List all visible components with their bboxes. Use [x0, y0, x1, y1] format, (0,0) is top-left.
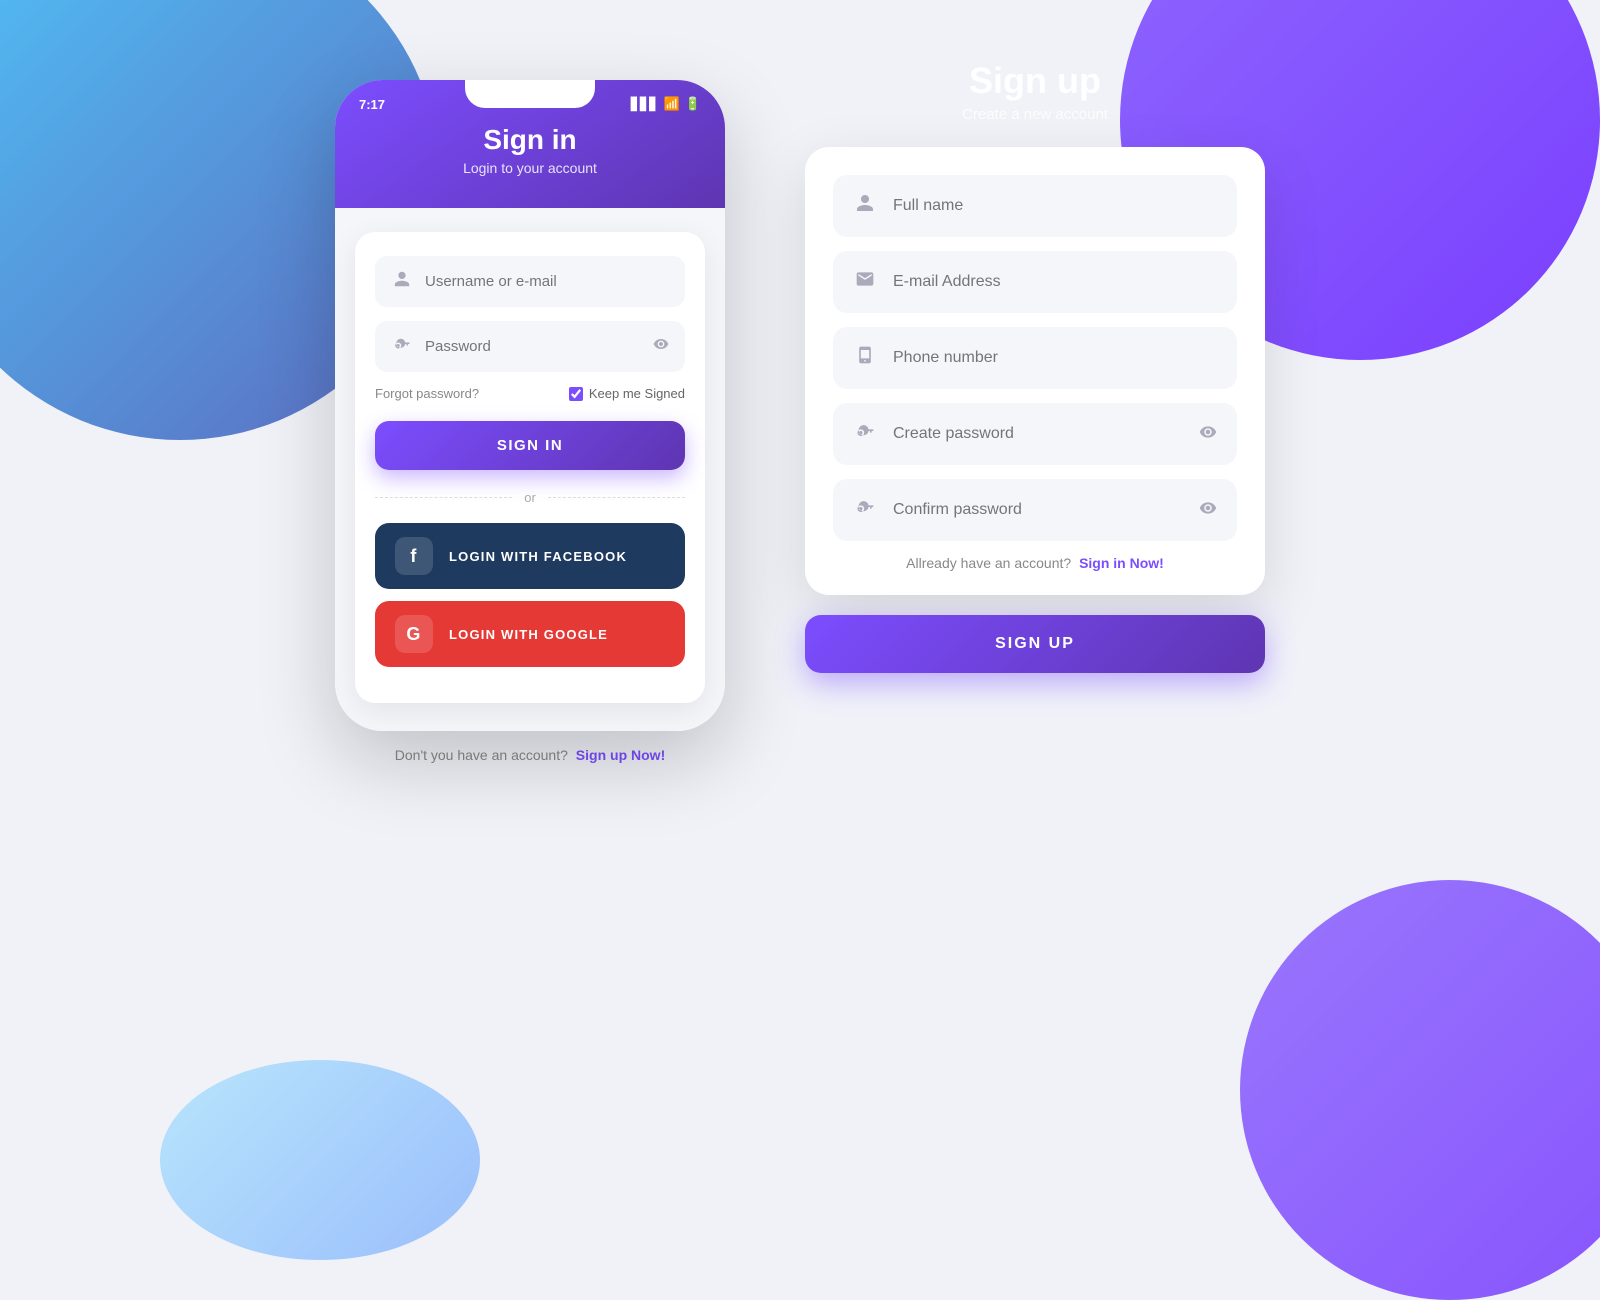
facebook-icon: f — [395, 537, 433, 575]
eye-icon-confirm-password[interactable] — [1199, 499, 1217, 522]
facebook-login-button[interactable]: f LOGIN WITH FACEBOOK — [375, 523, 685, 589]
wifi-icon: 📶 — [664, 96, 680, 112]
phone-notch — [465, 80, 595, 108]
divider-line-left — [375, 497, 512, 498]
battery-icon: 🔋 — [685, 96, 701, 112]
email-input[interactable] — [893, 273, 1217, 291]
remember-row: Forgot password? Keep me Signed — [375, 386, 685, 401]
username-input[interactable] — [425, 273, 669, 290]
signin-phone-wrapper: 7:17 ▋▋▋ 📶 🔋 Sign in Login to your accou… — [335, 80, 725, 771]
create-password-input-group — [833, 403, 1237, 465]
fullname-user-icon — [853, 193, 877, 219]
phone-icon — [853, 345, 877, 371]
status-icons: ▋▋▋ 📶 🔋 — [631, 96, 701, 112]
sign-in-button[interactable]: SIGN IN — [375, 421, 685, 470]
signin-card: Forgot password? Keep me Signed SIGN IN … — [355, 232, 705, 703]
confirm-password-input-group — [833, 479, 1237, 541]
signup-button[interactable]: SIGN UP — [805, 615, 1265, 673]
email-input-group — [833, 251, 1237, 313]
signup-panel: Sign up Create a new account — [805, 60, 1265, 673]
divider: or — [375, 490, 685, 505]
username-input-group — [375, 256, 685, 307]
signin-footer-text: Don't you have an account? — [395, 747, 568, 763]
signup-subtitle: Create a new account — [962, 106, 1108, 123]
password-input-group — [375, 321, 685, 372]
already-account-label: Allready have an account? — [906, 555, 1071, 571]
google-button-label: LOGIN WITH GOOGLE — [449, 627, 608, 642]
phone-mockup: 7:17 ▋▋▋ 📶 🔋 Sign in Login to your accou… — [335, 80, 725, 731]
signup-title: Sign up — [969, 60, 1101, 102]
user-icon — [391, 270, 413, 293]
key-icon-signup — [853, 421, 877, 447]
google-login-button[interactable]: G LOGIN WITH GOOGLE — [375, 601, 685, 667]
signin-title: Sign in — [359, 124, 701, 156]
key-icon-confirm — [853, 497, 877, 523]
phone-body: Forgot password? Keep me Signed SIGN IN … — [335, 208, 725, 731]
email-icon — [853, 269, 877, 295]
facebook-button-label: LOGIN WITH FACEBOOK — [449, 549, 627, 564]
main-content: 7:17 ▋▋▋ 📶 🔋 Sign in Login to your accou… — [0, 0, 1600, 1200]
status-time: 7:17 — [359, 97, 385, 112]
fullname-input[interactable] — [893, 197, 1217, 215]
signin-subtitle: Login to your account — [359, 160, 701, 176]
signin-now-link[interactable]: Sign in Now! — [1079, 555, 1164, 571]
signin-footer: Don't you have an account? Sign up Now! — [395, 731, 665, 771]
phone-input-group — [833, 327, 1237, 389]
password-input[interactable] — [425, 338, 641, 355]
fullname-input-group — [833, 175, 1237, 237]
keep-signed-label[interactable]: Keep me Signed — [569, 386, 685, 401]
divider-text: or — [524, 490, 536, 505]
signal-icon: ▋▋▋ — [631, 97, 659, 111]
google-icon: G — [395, 615, 433, 653]
forgot-password-link[interactable]: Forgot password? — [375, 386, 479, 401]
key-icon-signin — [391, 335, 413, 358]
create-password-input[interactable] — [893, 425, 1183, 443]
already-account-text: Allready have an account? Sign in Now! — [833, 555, 1237, 571]
signup-now-link[interactable]: Sign up Now! — [576, 747, 665, 763]
divider-line-right — [548, 497, 685, 498]
keep-signed-text: Keep me Signed — [589, 386, 685, 401]
confirm-password-input[interactable] — [893, 501, 1183, 519]
keep-signed-checkbox[interactable] — [569, 387, 583, 401]
eye-icon-create-password[interactable] — [1199, 423, 1217, 446]
eye-icon-signin[interactable] — [653, 336, 669, 357]
signup-card: Allready have an account? Sign in Now! — [805, 147, 1265, 595]
phone-input[interactable] — [893, 349, 1217, 367]
